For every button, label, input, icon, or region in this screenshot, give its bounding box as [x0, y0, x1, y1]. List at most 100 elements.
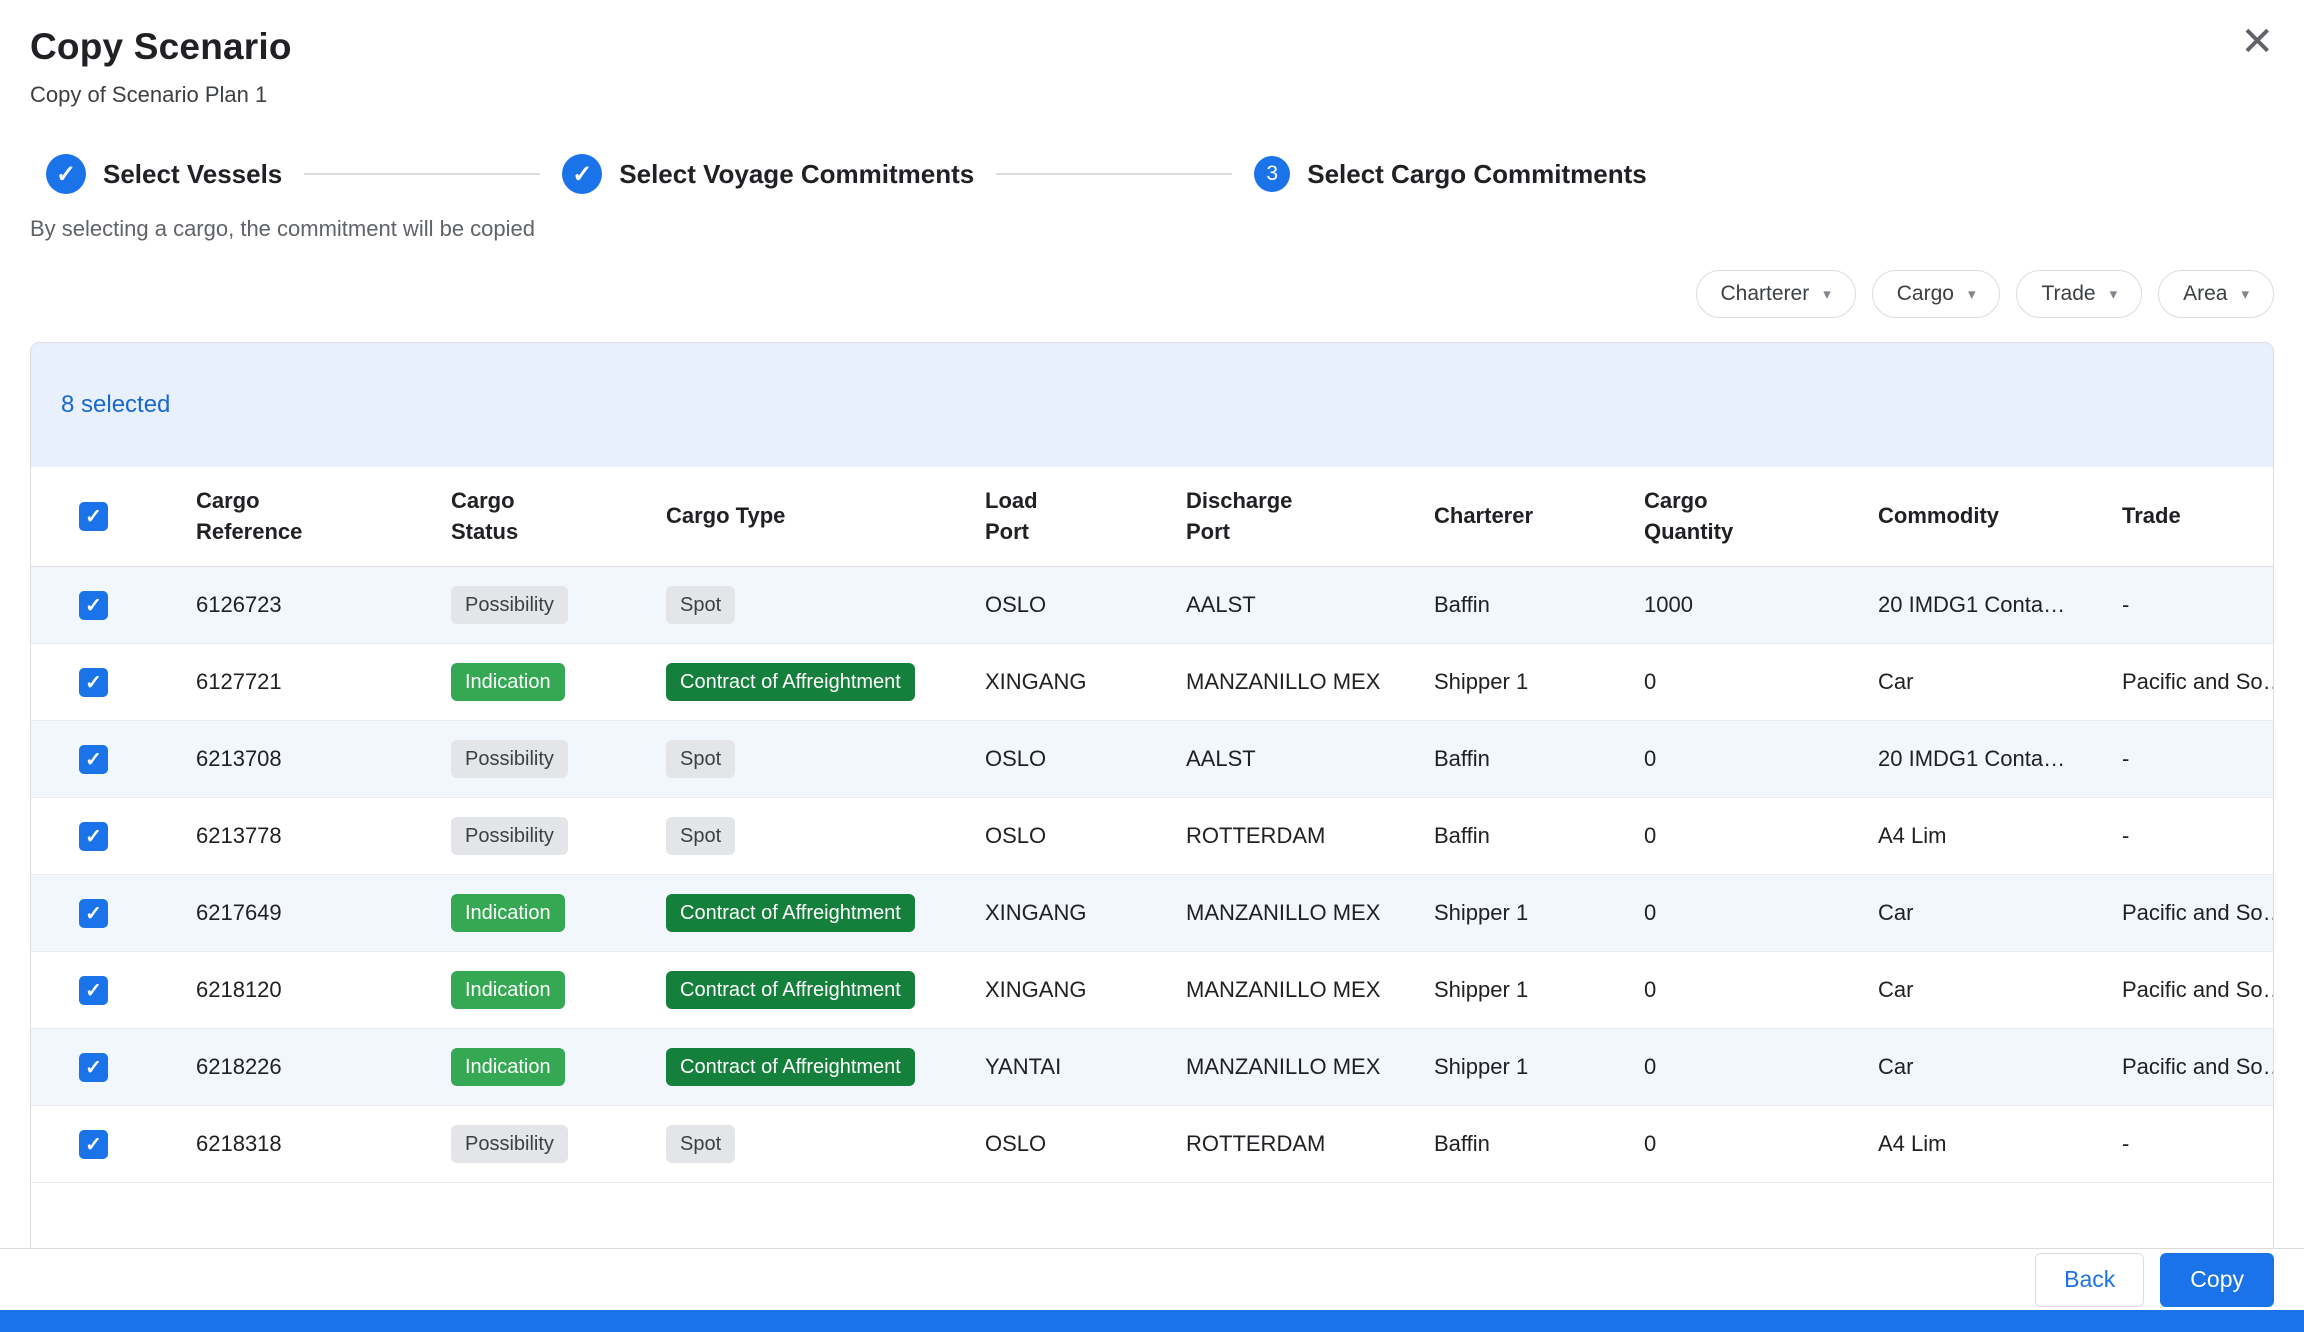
cell-cargo-quantity: 0	[1644, 977, 1878, 1003]
cargo-type-badge-cell: Contract of Affreightment	[666, 894, 985, 932]
col-header-commodity: Commodity	[1878, 501, 2122, 532]
cell-discharge-port: AALST	[1186, 592, 1434, 618]
dialog-header: Copy Scenario Copy of Scenario Plan 1	[0, 0, 2304, 108]
filter-label: Cargo	[1897, 282, 1954, 306]
row-checkbox[interactable]: ✓	[79, 668, 108, 697]
col-header-line: Commodity	[1878, 501, 2106, 532]
cargo-status-badge: Indication	[451, 894, 565, 932]
col-header-cargo-reference: CargoReference	[196, 486, 451, 548]
cargo-status-badge-cell: Indication	[451, 1048, 666, 1086]
step-2[interactable]: ✓Select Voyage Commitments	[562, 154, 974, 194]
cell-cargo-reference: 6218226	[196, 1054, 451, 1080]
col-header-cargo-type: Cargo Type	[666, 501, 985, 532]
chevron-down-icon: ▾	[2241, 285, 2249, 303]
table-row[interactable]: ✓6218226IndicationContract of Affreightm…	[31, 1029, 2273, 1106]
cell-charterer: Baffin	[1434, 1131, 1644, 1157]
row-checkbox-cell: ✓	[31, 899, 196, 928]
filter-trade[interactable]: Trade▾	[2016, 270, 2142, 318]
row-checkbox[interactable]: ✓	[79, 591, 108, 620]
cell-commodity: Car	[1878, 669, 2122, 695]
cargo-status-badge: Indication	[451, 663, 565, 701]
table-row[interactable]: ✓ 6127721Indication Contract of Affreightm…	[31, 644, 2273, 721]
cell-load-port: OSLO	[985, 592, 1186, 618]
table-row[interactable]: ✓6213778PossibilitySpotOSLOROTTERDAMBaff…	[31, 798, 2273, 875]
row-checkbox-cell: ✓	[31, 976, 196, 1005]
cell-cargo-reference: 6218318	[196, 1131, 451, 1157]
cell-commodity: 20 IMDG1 Conta…	[1878, 746, 2122, 772]
table-row[interactable]: ✓6213708PossibilitySpotOSLOAALSTBaffin02…	[31, 721, 2273, 798]
col-header-line: Cargo	[451, 486, 650, 517]
cell-cargo-reference: 6127721	[196, 669, 451, 695]
col-header-discharge-port: DischargePort	[1186, 486, 1434, 548]
col-header-line: Cargo Type	[666, 501, 969, 532]
cell-discharge-port: MANZANILLO MEX	[1186, 669, 1434, 695]
cell-cargo-quantity: 0	[1644, 746, 1878, 772]
filter-cargo[interactable]: Cargo ▾	[1872, 270, 2001, 318]
row-checkbox[interactable]: ✓	[79, 899, 108, 928]
table-row[interactable]: ✓6218318PossibilitySpotOSLOROTTERDAMBaff…	[31, 1106, 2273, 1183]
cargo-type-badge: Contract of Affreightment	[666, 663, 915, 701]
cell-charterer: Shipper 1	[1434, 1054, 1644, 1080]
row-checkbox[interactable]: ✓	[79, 745, 108, 774]
cargo-type-badge-cell: Spot	[666, 1125, 985, 1163]
select-all-cell: ✓	[31, 502, 196, 531]
row-checkbox-cell: ✓	[31, 668, 196, 697]
col-header-load-port: LoadPort	[985, 486, 1186, 548]
step-label: Select Vessels	[103, 159, 282, 190]
copy-button[interactable]: Copy	[2160, 1253, 2274, 1307]
cell-discharge-port: AALST	[1186, 746, 1434, 772]
table-row[interactable]: ✓6217649IndicationContract of Affreightm…	[31, 875, 2273, 952]
dialog-subtitle: Copy of Scenario Plan 1	[30, 82, 2274, 108]
cell-discharge-port: MANZANILLO MEX	[1186, 1054, 1434, 1080]
step-label: Select Voyage Commitments	[619, 159, 974, 190]
cargo-status-badge-cell: Indication	[451, 894, 666, 932]
cargo-status-badge-cell: Possibility	[451, 817, 666, 855]
step-3[interactable]: 3Select Cargo Commitments	[1254, 156, 1647, 192]
cell-load-port: OSLO	[985, 746, 1186, 772]
check-icon: ✓	[85, 1055, 102, 1080]
step-1[interactable]: ✓Select Vessels	[46, 154, 282, 194]
cell-cargo-quantity: 0	[1644, 669, 1878, 695]
cell-commodity: Car	[1878, 900, 2122, 926]
select-all-checkbox[interactable]: ✓	[79, 502, 108, 531]
filter-bar: Charterer▾ Cargo ▾ Trade▾ Area▾	[30, 270, 2274, 318]
col-header-line: Port	[985, 517, 1170, 548]
helper-text: By selecting a cargo, the commitment wil…	[30, 216, 2274, 242]
cell-charterer: Baffin	[1434, 746, 1644, 772]
col-header-charterer: Charterer	[1434, 501, 1644, 532]
cargo-type-badge-cell: Spot	[666, 586, 985, 624]
cargo-type-badge: Contract of Affreightment	[666, 971, 915, 1009]
row-checkbox[interactable]: ✓	[79, 1053, 108, 1082]
cargo-type-badge-cell: Spot	[666, 740, 985, 778]
col-header-line: Status	[451, 517, 650, 548]
cargo-type-badge: Spot	[666, 1125, 735, 1163]
col-header-line: Charterer	[1434, 501, 1628, 532]
cell-trade: Pacific and So…	[2122, 900, 2273, 926]
cargo-status-badge: Possibility	[451, 817, 568, 855]
close-button[interactable]: ✕	[2240, 22, 2274, 62]
page-background-strip	[0, 1310, 2304, 1332]
cell-discharge-port: ROTTERDAM	[1186, 823, 1434, 849]
cell-trade: -	[2122, 746, 2273, 772]
row-checkbox-cell: ✓	[31, 1130, 196, 1159]
col-header-line: Cargo	[1644, 486, 1862, 517]
filter-area[interactable]: Area▾	[2158, 270, 2274, 318]
cargo-status-badge: Possibility	[451, 586, 568, 624]
check-icon: ✓	[85, 747, 102, 772]
cell-cargo-quantity: 0	[1644, 823, 1878, 849]
row-checkbox[interactable]: ✓	[79, 822, 108, 851]
filter-charterer[interactable]: Charterer▾	[1696, 270, 1856, 318]
cargo-status-badge-cell: Possibility	[451, 1125, 666, 1163]
table-row[interactable]: ✓6218120IndicationContract of Affreightm…	[31, 952, 2273, 1029]
row-checkbox-cell: ✓	[31, 745, 196, 774]
chevron-down-icon: ▾	[1968, 285, 1976, 303]
cell-trade: -	[2122, 1131, 2273, 1157]
table-row[interactable]: ✓6126723PossibilitySpotOSLOAALSTBaffin10…	[31, 567, 2273, 644]
cell-trade: -	[2122, 823, 2273, 849]
row-checkbox[interactable]: ✓	[79, 1130, 108, 1159]
col-header-line: Port	[1186, 517, 1418, 548]
back-button[interactable]: Back	[2035, 1253, 2144, 1307]
row-checkbox[interactable]: ✓	[79, 976, 108, 1005]
cell-cargo-quantity: 0	[1644, 1054, 1878, 1080]
cell-commodity: 20 IMDG1 Conta…	[1878, 592, 2122, 618]
